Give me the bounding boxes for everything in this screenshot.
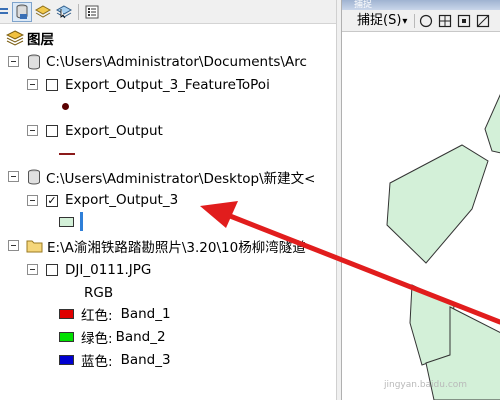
snapping-toolbar: 捕捉(S)▾	[342, 10, 500, 32]
data-source-path: C:\Users\Administrator\Desktop\新建文<	[46, 171, 316, 187]
expand-toggle-layer-1[interactable]	[27, 79, 38, 90]
layers-root[interactable]: 图层	[6, 27, 54, 49]
expand-toggle-layer-4[interactable]	[27, 264, 38, 275]
layer-name-1[interactable]: Export_Output_3_FeatureToPoi	[65, 74, 270, 96]
polygon-symbol-icon[interactable]	[59, 217, 74, 227]
chevron-down-icon: ▾	[402, 16, 408, 27]
toc-options-icon[interactable]	[82, 2, 102, 22]
blue-band-swatch	[59, 355, 74, 365]
band-label: 绿色:	[81, 331, 113, 347]
toc-toolbar	[0, 0, 336, 24]
watermark-text: jingyan.baidu.com	[384, 380, 468, 390]
map-polygon-3[interactable]	[409, 284, 455, 366]
map-polygon-2[interactable]	[386, 144, 489, 264]
folder-icon	[26, 240, 43, 253]
layer-visibility-checkbox-2[interactable]	[46, 125, 58, 137]
layer-visibility-checkbox-4[interactable]	[46, 264, 58, 276]
band-label: 红色:	[81, 308, 113, 324]
band-value: Band_1	[120, 306, 171, 322]
toolbar-separator	[78, 4, 79, 20]
band-label: 蓝色:	[81, 354, 113, 370]
edge-snap-icon[interactable]	[475, 13, 491, 29]
database-icon	[28, 169, 40, 185]
band-value: Band_3	[120, 352, 171, 368]
data-source-group-2[interactable]: C:\Users\Administrator\Desktop\新建文<	[27, 166, 316, 188]
band-value: Band_2	[115, 329, 166, 345]
data-source-path: E:\A渝湘铁路踏勘照片\3.20\10杨柳湾隧道	[47, 240, 306, 256]
snapping-toolbar-title: 捕捉	[342, 0, 500, 10]
point-snap-icon[interactable]	[418, 13, 434, 29]
band-row-red: 红色: Band_1	[81, 303, 171, 325]
database-icon	[28, 54, 40, 70]
layer-name-4[interactable]: DJI_0111.JPG	[65, 259, 151, 281]
vertex-snap-icon[interactable]	[456, 13, 472, 29]
data-source-group-1[interactable]: C:\Users\Administrator\Documents\Arc	[27, 51, 307, 73]
table-of-contents: 图层 C:\Users\Administrator\Documents\Arc …	[0, 0, 336, 400]
end-snap-icon[interactable]	[437, 13, 453, 29]
band-row-green: 绿色: Band_2	[81, 326, 166, 348]
point-symbol-icon[interactable]	[62, 103, 69, 110]
layer-visibility-checkbox-1[interactable]	[46, 79, 58, 91]
expand-toggle-group-3[interactable]	[8, 240, 19, 251]
toolbar-separator	[414, 14, 415, 28]
red-band-swatch	[59, 309, 74, 319]
line-symbol-icon[interactable]	[59, 153, 75, 155]
snapping-menu-label: 捕捉(S)	[357, 13, 402, 28]
band-row-blue: 蓝色: Band_3	[81, 349, 171, 371]
snapping-menu-button[interactable]: 捕捉(S)▾	[357, 12, 407, 31]
expand-toggle-group-2[interactable]	[8, 171, 19, 182]
green-band-swatch	[59, 332, 74, 342]
map-panel: 捕捉 捕捉(S)▾	[341, 0, 500, 400]
data-source-group-3[interactable]: E:\A渝湘铁路踏勘照片\3.20\10杨柳湾隧道	[26, 235, 306, 257]
layer-name-2[interactable]: Export_Output	[65, 120, 163, 142]
expand-toggle-layer-2[interactable]	[27, 125, 38, 136]
expand-toggle-group-1[interactable]	[8, 56, 19, 67]
layers-icon	[6, 30, 24, 46]
expand-toggle-layer-3[interactable]	[27, 195, 38, 206]
renderer-label: RGB	[84, 285, 114, 301]
list-by-selection-icon[interactable]	[54, 2, 74, 22]
layer-visibility-checkbox-3[interactable]: ✓	[46, 195, 58, 207]
data-source-path: C:\Users\Administrator\Documents\Arc	[46, 54, 307, 70]
layer-name-3[interactable]: Export_Output_3	[65, 189, 178, 211]
map-canvas[interactable]	[342, 33, 500, 400]
list-by-source-icon[interactable]	[12, 2, 32, 22]
list-by-visibility-icon[interactable]	[33, 2, 53, 22]
layers-root-label: 图层	[27, 32, 54, 48]
text-cursor	[80, 212, 83, 231]
map-polygon-1[interactable]	[484, 93, 500, 154]
